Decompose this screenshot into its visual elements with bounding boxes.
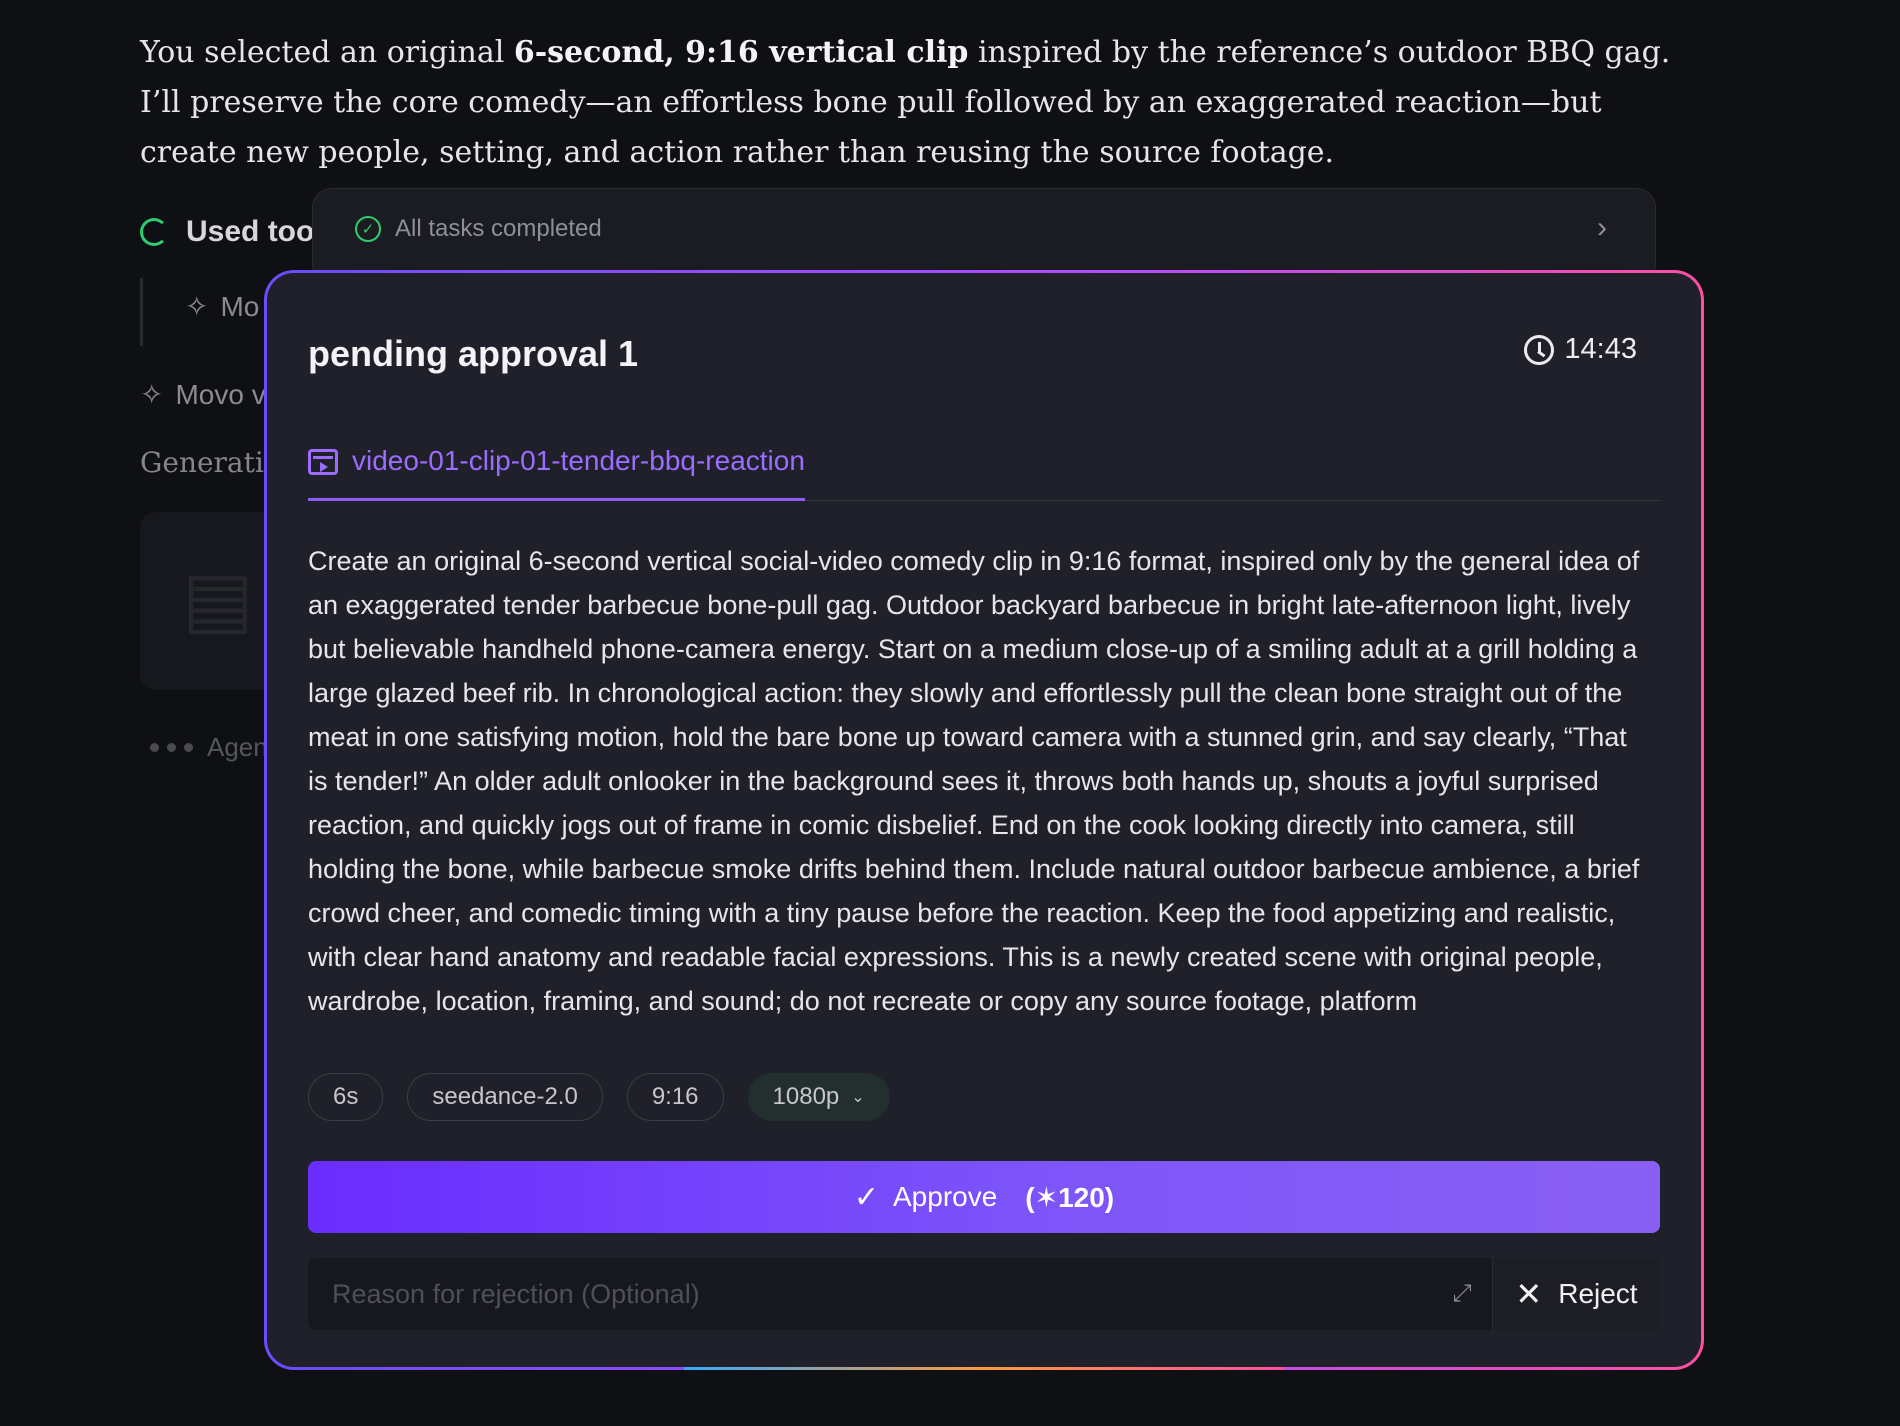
tasks-status: ✓ All tasks completed xyxy=(355,215,602,243)
tab-clip-label: video-01-clip-01-tender-bbq-reaction xyxy=(352,445,805,476)
approval-dialog: pending approval 1 14:43 video-01-clip-0… xyxy=(267,273,1701,1367)
message-bold-text: 6-second, 9:16 vertical clip xyxy=(513,35,969,70)
video-clip-icon xyxy=(308,449,338,475)
ratio-chip-label: 9:16 xyxy=(651,1083,699,1110)
assistant-message: You selected an original 6-second, 9:16 … xyxy=(140,28,1700,178)
approve-label: Approve xyxy=(893,1181,998,1212)
rejection-reason-input[interactable] xyxy=(308,1258,1432,1330)
reject-label: Reject xyxy=(1558,1278,1638,1309)
message-text-1: You selected an original xyxy=(140,35,514,70)
tool-connector-line xyxy=(140,278,143,346)
resolution-select[interactable]: 1080p ⌄ xyxy=(747,1073,890,1121)
duration-chip: 6s xyxy=(308,1073,384,1121)
prompt-text: Create an original 6-second vertical soc… xyxy=(308,546,1640,1016)
check-icon: ✓ xyxy=(853,1180,879,1214)
duration-chip-label: 6s xyxy=(333,1083,359,1110)
timer-value: 14:43 xyxy=(1564,333,1637,365)
parameter-chips: 6s seedance-2.0 9:16 1080p ⌄ xyxy=(308,1073,890,1121)
agent-status-row: Agent xyxy=(150,732,275,763)
reject-row: ⤢ ✕ Reject xyxy=(308,1258,1660,1330)
clapperboard-icon: ▤ xyxy=(182,557,254,642)
resolution-select-label: 1080p xyxy=(772,1083,840,1110)
tasks-status-label: All tasks completed xyxy=(395,215,602,242)
model-chip: seedance-2.0 xyxy=(407,1073,603,1121)
approve-cost: (✶120) xyxy=(1025,1181,1115,1213)
movo-label: Movo v xyxy=(175,378,266,410)
chevron-down-icon: ⌄ xyxy=(851,1089,865,1106)
spinner-icon xyxy=(140,218,168,246)
approve-button[interactable]: ✓ Approve (✶120) xyxy=(308,1161,1660,1233)
expand-icon[interactable]: ⤢ xyxy=(1432,1258,1492,1330)
ratio-chip: 9:16 xyxy=(626,1073,724,1121)
countdown-timer: 14:43 xyxy=(1524,333,1637,366)
loading-dots-icon xyxy=(150,743,193,752)
clip-tabs: video-01-clip-01-tender-bbq-reaction xyxy=(308,441,1660,501)
check-circle-icon: ✓ xyxy=(355,216,381,242)
close-icon: ✕ xyxy=(1515,1276,1543,1312)
approval-dialog-border: pending approval 1 14:43 video-01-clip-0… xyxy=(264,270,1704,1370)
sparkle-icon: ✧ xyxy=(140,379,164,410)
tool-item-label: Mo xyxy=(220,290,260,322)
sparkle-icon: ✧ xyxy=(185,291,209,322)
used-tools-header[interactable]: Used tools xyxy=(140,212,339,252)
tool-item[interactable]: ✧ Mo xyxy=(185,290,259,323)
dialog-title: pending approval 1 xyxy=(308,333,639,374)
model-chip-label: seedance-2.0 xyxy=(432,1083,578,1110)
tab-clip[interactable]: video-01-clip-01-tender-bbq-reaction xyxy=(308,441,805,501)
chevron-right-icon[interactable]: › xyxy=(1597,211,1607,245)
movo-row: ✧ Movo v xyxy=(140,378,266,411)
reject-button[interactable]: ✕ Reject xyxy=(1492,1258,1660,1330)
clock-icon xyxy=(1524,334,1555,365)
